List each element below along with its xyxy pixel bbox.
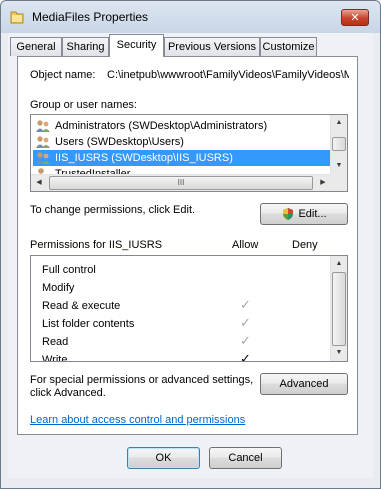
- scrollbar-corner: [330, 174, 347, 191]
- permission-row: Read & execute ✓: [31, 297, 331, 315]
- ok-button[interactable]: OK: [127, 447, 200, 469]
- permissions-vertical-scrollbar[interactable]: ▲ ▼: [330, 256, 347, 361]
- advanced-button[interactable]: Advanced: [260, 373, 348, 395]
- users-group-icon: [35, 119, 51, 133]
- group-names-label: Group or user names:: [30, 99, 137, 111]
- ok-button-label: OK: [155, 452, 172, 464]
- tab-security[interactable]: Security: [109, 34, 164, 57]
- scroll-left-arrow-icon[interactable]: ◀: [31, 175, 47, 191]
- group-item-users[interactable]: Users (SWDesktop\Users): [33, 134, 331, 150]
- permission-name: List folder contents: [42, 318, 135, 330]
- edit-button-label: Edit...: [298, 208, 327, 220]
- object-name-label: Object name:: [30, 69, 96, 81]
- cancel-button[interactable]: Cancel: [209, 447, 282, 469]
- group-user-list[interactable]: Administrators (SWDesktop\Administrators…: [30, 114, 348, 192]
- group-item-administrators[interactable]: Administrators (SWDesktop\Administrators…: [33, 118, 331, 134]
- permission-row: List folder contents ✓: [31, 315, 331, 333]
- advanced-text-line1: For special permissions or advanced sett…: [30, 374, 254, 386]
- allow-inherited-check-icon: ✓: [240, 334, 251, 349]
- folder-properties-icon: [9, 9, 25, 25]
- permission-row: Write ✓: [31, 351, 331, 362]
- cancel-button-label: Cancel: [228, 452, 263, 464]
- scroll-down-arrow-icon[interactable]: ▼: [331, 345, 347, 361]
- edit-button[interactable]: Edit...: [260, 203, 348, 225]
- users-group-icon: [35, 151, 51, 165]
- permissions-title: Permissions for IIS_IUSRS: [30, 239, 163, 251]
- allow-inherited-check-icon: ✓: [240, 298, 251, 313]
- permission-name: Modify: [42, 282, 75, 294]
- permissions-list: Full control Modify Read & execute ✓ Lis…: [30, 255, 348, 362]
- window-title: MediaFiles Properties: [32, 10, 149, 24]
- scroll-up-arrow-icon[interactable]: ▲: [331, 256, 347, 272]
- deny-column-header: Deny: [292, 239, 318, 251]
- scroll-thumb[interactable]: [332, 137, 346, 151]
- permission-name: Read & execute: [42, 300, 121, 312]
- scroll-right-arrow-icon[interactable]: ▶: [315, 175, 331, 191]
- group-name: Users (SWDesktop\Users): [55, 136, 184, 148]
- advanced-text-line2: click Advanced.: [30, 387, 106, 399]
- tab-label: Previous Versions: [167, 41, 257, 53]
- group-item-iis-iusrs[interactable]: IIS_IUSRS (SWDesktop\IIS_IUSRS): [33, 150, 331, 166]
- group-name: IIS_IUSRS (SWDesktop\IIS_IUSRS): [55, 152, 233, 164]
- scroll-thumb[interactable]: III: [49, 176, 313, 190]
- learn-more-link[interactable]: Learn about access control and permissio…: [30, 414, 245, 426]
- tab-general[interactable]: General: [10, 37, 62, 56]
- advanced-button-label: Advanced: [279, 378, 329, 390]
- object-name-value: C:\inetpub\wwwroot\FamilyVideos\FamilyVi…: [107, 69, 349, 81]
- group-list-horizontal-scrollbar[interactable]: ◀ III ▶: [31, 174, 331, 191]
- permission-name: Full control: [42, 264, 96, 276]
- tab-label: Customize: [262, 41, 315, 53]
- users-group-icon: [35, 135, 51, 149]
- title-bar[interactable]: MediaFiles Properties ✕: [1, 1, 380, 33]
- scroll-thumb[interactable]: [332, 272, 346, 346]
- group-name: Administrators (SWDesktop\Administrators…: [55, 120, 268, 132]
- allow-inherited-check-icon: ✓: [240, 316, 251, 331]
- tab-label: General: [16, 41, 56, 53]
- tab-customize[interactable]: Customize: [260, 37, 317, 56]
- allow-column-header: Allow: [232, 239, 259, 251]
- tab-sharing[interactable]: Sharing: [62, 37, 109, 56]
- scroll-grip-icon: III: [177, 178, 185, 187]
- permission-row: Full control: [31, 261, 331, 279]
- tab-label: Sharing: [66, 41, 105, 53]
- permission-row: Read ✓: [31, 333, 331, 351]
- change-permissions-text: To change permissions, click Edit.: [30, 204, 196, 216]
- permission-name: Write: [42, 354, 68, 362]
- uac-shield-icon: [281, 207, 295, 221]
- permission-name: Read: [42, 336, 69, 348]
- tab-label: Security: [116, 39, 157, 51]
- tab-previous-versions[interactable]: Previous Versions: [164, 37, 260, 56]
- close-icon: ✕: [350, 11, 360, 24]
- allow-check-icon: ✓: [240, 352, 251, 362]
- scroll-up-arrow-icon[interactable]: ▲: [331, 115, 347, 131]
- close-button[interactable]: ✕: [341, 9, 369, 26]
- scroll-down-arrow-icon[interactable]: ▼: [331, 158, 347, 174]
- permission-row: Modify: [31, 279, 331, 297]
- group-list-vertical-scrollbar[interactable]: ▲ ▼: [330, 115, 347, 174]
